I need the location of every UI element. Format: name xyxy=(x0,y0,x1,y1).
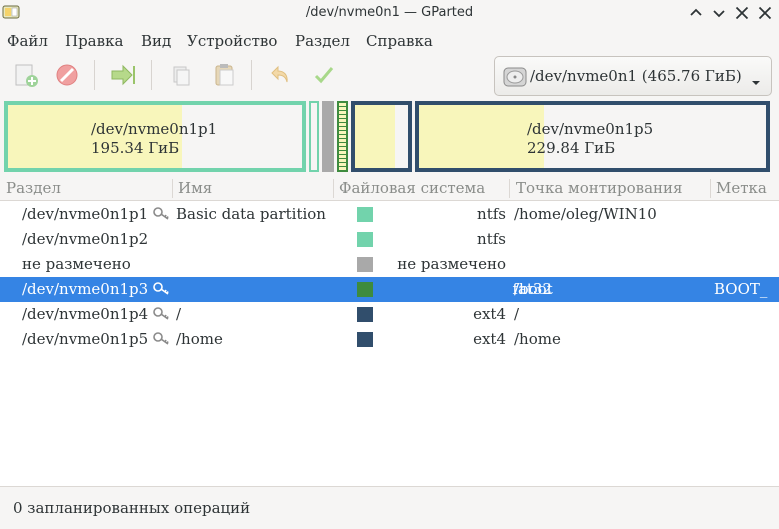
cell-name: /home xyxy=(176,330,223,348)
toolbar-separator xyxy=(151,60,152,90)
table-row[interactable]: /dev/nvme0n1p2 ntfs xyxy=(0,227,779,252)
delete-icon xyxy=(56,64,78,86)
key-icon xyxy=(153,306,170,321)
used-space-bar xyxy=(355,105,395,168)
column-separator xyxy=(172,179,173,198)
filesystem-color-swatch xyxy=(357,207,373,222)
column-label[interactable]: Метка xyxy=(716,179,767,197)
dropdown-arrow-icon xyxy=(751,73,761,91)
filesystem-color-swatch xyxy=(357,257,373,272)
cell-filesystem: ext4 xyxy=(473,305,506,323)
key-icon xyxy=(153,206,170,221)
pending-operations-status: 0 запланированных операций xyxy=(13,499,251,517)
toolbar: /dev/nvme0n1 (465.76 ГиБ) xyxy=(0,54,779,98)
diskmap-partition-p4[interactable] xyxy=(351,101,412,172)
diskmap-partition-p2[interactable] xyxy=(309,101,319,172)
minimize-icon[interactable] xyxy=(710,4,728,22)
cell-mountpoint: /home xyxy=(514,330,561,348)
cell-partition: /dev/nvme0n1p4 xyxy=(22,305,149,323)
table-row-selected[interactable]: /dev/nvme0n1p3 fat32 /boot BOOT_ xyxy=(0,277,779,302)
partition-table: /dev/nvme0n1p1 Basic data partition ntfs… xyxy=(0,201,779,487)
copy-icon xyxy=(173,66,190,86)
hard-disk-icon xyxy=(503,65,527,89)
partition-table-header: Раздел Имя Файловая система Точка монтир… xyxy=(0,176,779,201)
menu-partition[interactable]: Раздел xyxy=(295,32,350,50)
window-title: /dev/nvme0n1 — GParted xyxy=(305,5,474,20)
toolbar-separator xyxy=(94,60,95,90)
cell-filesystem: не размечено xyxy=(397,255,506,273)
paste-icon xyxy=(215,64,234,86)
cell-filesystem: ext4 xyxy=(473,330,506,348)
device-selector[interactable]: /dev/nvme0n1 (465.76 ГиБ) xyxy=(494,56,772,96)
cell-partition: не размечено xyxy=(22,255,131,273)
title-bar: /dev/nvme0n1 — GParted xyxy=(0,0,779,28)
key-icon xyxy=(153,281,170,296)
menu-file[interactable]: Файл xyxy=(7,32,48,50)
checkmark-icon xyxy=(314,67,334,84)
apply-button[interactable] xyxy=(309,60,339,90)
new-icon xyxy=(15,64,38,87)
device-selector-label: /dev/nvme0n1 (465.76 ГиБ) xyxy=(530,67,742,85)
key-icon xyxy=(153,331,170,346)
table-row[interactable]: /dev/nvme0n1p1 Basic data partition ntfs… xyxy=(0,202,779,227)
diskmap-partition-name: /dev/nvme0n1p1 xyxy=(91,120,218,138)
used-space-bar xyxy=(419,105,544,168)
diskmap-partition-size: 195.34 ГиБ xyxy=(91,139,180,157)
minimize-up-icon[interactable] xyxy=(687,4,705,22)
diskmap-partition-p1[interactable]: /dev/nvme0n1p1 195.34 ГиБ xyxy=(4,101,306,172)
menu-device[interactable]: Устройство xyxy=(187,32,277,50)
undo-button[interactable] xyxy=(266,60,296,90)
disk-map: /dev/nvme0n1p1 195.34 ГиБ /dev/nvme0n1p5… xyxy=(0,99,779,174)
resize-move-button[interactable] xyxy=(108,60,138,90)
table-row[interactable]: /dev/nvme0n1p5 /home ext4 /home xyxy=(0,327,779,352)
cell-mountpoint: / xyxy=(514,305,520,323)
cell-mountpoint: /home/oleg/WIN10 xyxy=(514,205,657,223)
cell-filesystem: ntfs xyxy=(477,205,506,223)
status-bar: 0 запланированных операций xyxy=(0,488,779,529)
diskmap-partition-p3[interactable] xyxy=(337,101,348,172)
table-row[interactable]: /dev/nvme0n1p4 / ext4 / xyxy=(0,302,779,327)
cell-filesystem: ntfs xyxy=(477,230,506,248)
column-separator xyxy=(333,179,334,198)
new-partition-button[interactable] xyxy=(11,60,41,90)
close-icon[interactable] xyxy=(756,4,774,22)
column-separator xyxy=(509,179,510,198)
filesystem-color-swatch xyxy=(357,307,373,322)
column-mountpoint[interactable]: Точка монтирования xyxy=(516,179,683,197)
cell-partition: /dev/nvme0n1p3 xyxy=(22,280,149,298)
diskmap-partition-name: /dev/nvme0n1p5 xyxy=(527,120,654,138)
cell-mountpoint: /boot xyxy=(514,280,553,298)
undo-icon xyxy=(271,65,288,83)
cell-partition: /dev/nvme0n1p2 xyxy=(22,230,149,248)
column-separator xyxy=(710,179,711,198)
cell-partition: /dev/nvme0n1p1 xyxy=(22,205,149,223)
cell-label: BOOT_ xyxy=(714,280,768,298)
cell-partition: /dev/nvme0n1p5 xyxy=(22,330,149,348)
filesystem-color-swatch xyxy=(357,282,373,297)
diskmap-partition-p5[interactable]: /dev/nvme0n1p5 229.84 ГиБ xyxy=(415,101,770,172)
menu-view[interactable]: Вид xyxy=(141,32,171,50)
column-filesystem[interactable]: Файловая система xyxy=(339,179,485,197)
menu-edit[interactable]: Правка xyxy=(65,32,123,50)
cell-name: / xyxy=(176,305,182,323)
maximize-icon[interactable] xyxy=(733,4,751,22)
column-partition[interactable]: Раздел xyxy=(6,179,61,197)
diskmap-unallocated[interactable] xyxy=(322,101,334,172)
toolbar-separator xyxy=(251,60,252,90)
delete-partition-button[interactable] xyxy=(52,60,82,90)
paste-button[interactable] xyxy=(210,60,240,90)
filesystem-color-swatch xyxy=(357,232,373,247)
filesystem-color-swatch xyxy=(357,332,373,347)
menu-help[interactable]: Справка xyxy=(366,32,433,50)
menu-bar: Файл Правка Вид Устройство Раздел Справк… xyxy=(0,28,779,54)
resize-move-icon xyxy=(111,64,135,86)
copy-button[interactable] xyxy=(166,60,196,90)
cell-name: Basic data partition xyxy=(176,205,326,223)
table-row[interactable]: не размечено не размечено xyxy=(0,252,779,277)
column-name[interactable]: Имя xyxy=(178,179,212,197)
diskmap-partition-size: 229.84 ГиБ xyxy=(527,139,616,157)
